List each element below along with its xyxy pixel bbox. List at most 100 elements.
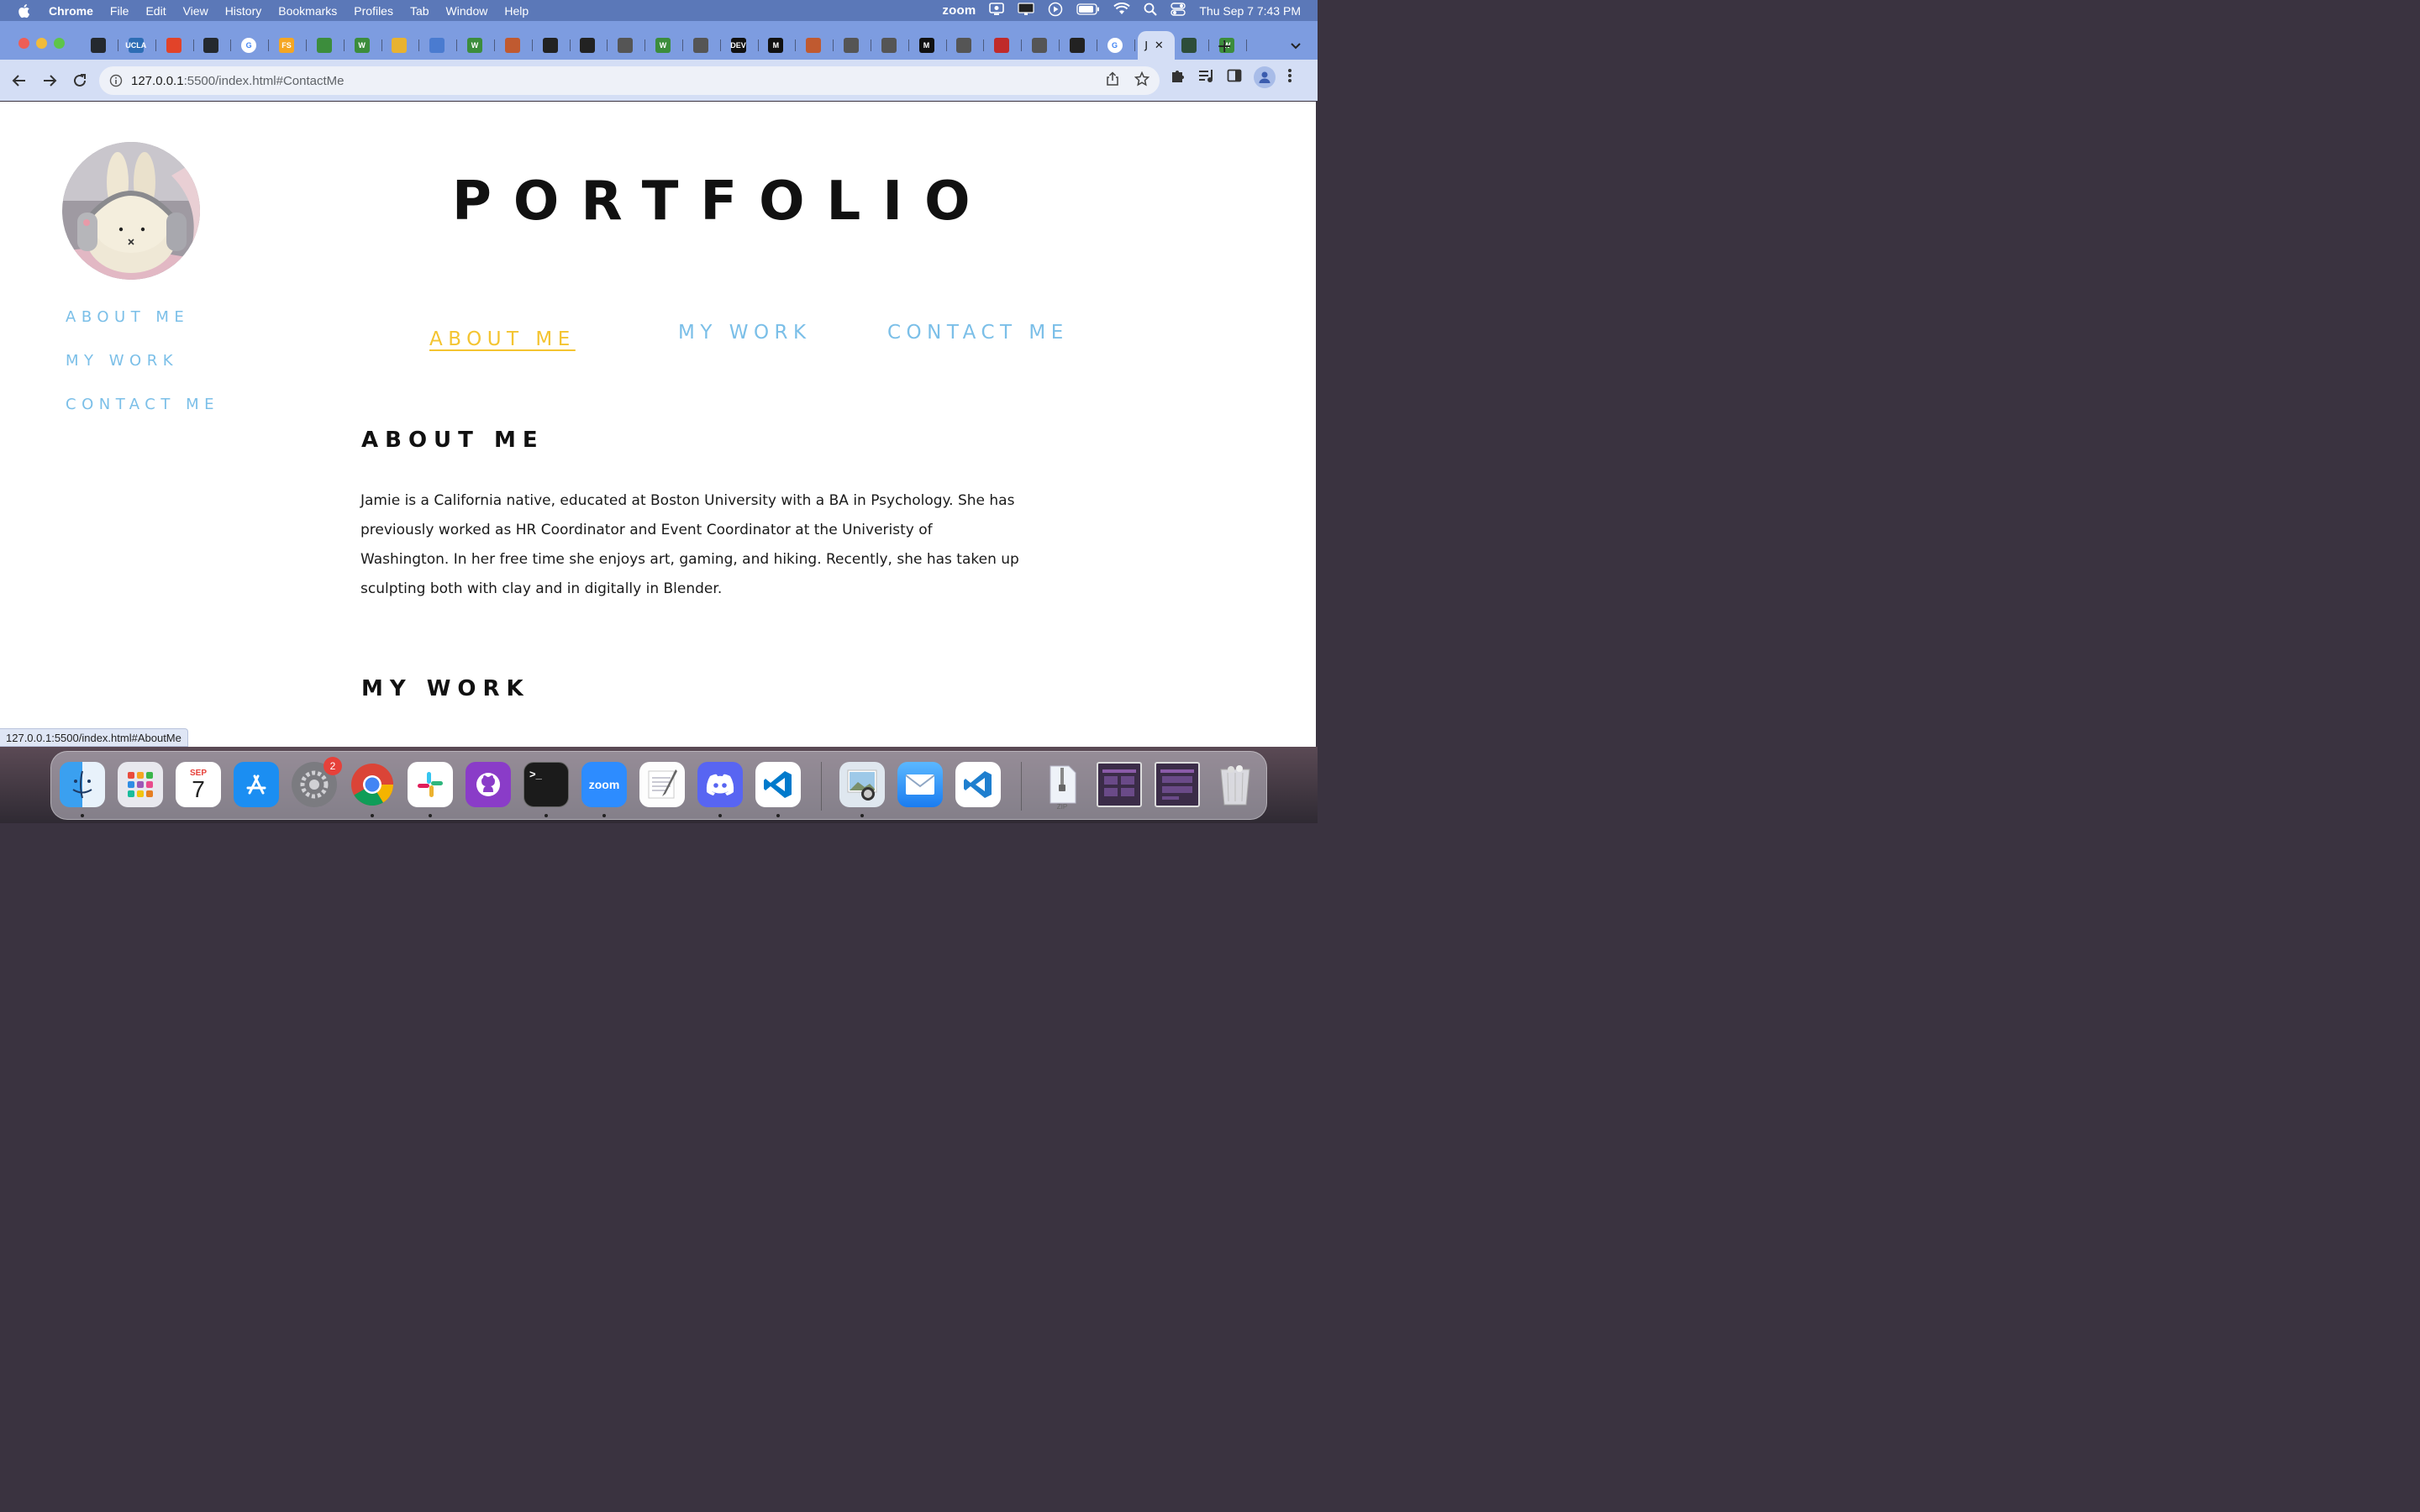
menu-file[interactable]: File (102, 4, 138, 18)
browser-tab[interactable] (573, 31, 611, 60)
minimize-window-button[interactable] (36, 38, 47, 49)
screenshot-thumbnail-2[interactable] (1155, 762, 1200, 807)
profile-avatar-icon[interactable] (1254, 66, 1276, 88)
control-center-icon[interactable] (1171, 3, 1186, 18)
browser-tab[interactable] (837, 31, 875, 60)
play-icon[interactable] (1048, 2, 1063, 19)
vscode-second-icon[interactable] (955, 762, 1001, 807)
topnav-contact-me-link[interactable]: CONTACT ME (887, 322, 1069, 344)
spotlight-search-icon[interactable] (1144, 3, 1158, 18)
tab-favicon-icon (881, 38, 897, 53)
fullscreen-window-button[interactable] (54, 38, 65, 49)
browser-tab[interactable] (498, 31, 536, 60)
apple-icon[interactable] (17, 3, 34, 18)
browser-tab[interactable]: G (1101, 31, 1139, 60)
browser-tab[interactable]: M (761, 31, 799, 60)
running-indicator (718, 814, 722, 817)
reload-button[interactable] (66, 66, 94, 95)
menu-history[interactable]: History (217, 4, 271, 18)
menu-help[interactable]: Help (496, 4, 537, 18)
browser-tab[interactable]: DEV (724, 31, 762, 60)
browser-tab[interactable] (310, 31, 348, 60)
preview-icon[interactable] (839, 762, 885, 807)
menu-window[interactable]: Window (438, 4, 497, 18)
menu-view[interactable]: View (175, 4, 217, 18)
browser-tab[interactable] (875, 31, 913, 60)
browser-tab[interactable] (950, 31, 987, 60)
browser-tab[interactable] (385, 31, 423, 60)
trash-icon[interactable] (1213, 762, 1258, 807)
browser-tab[interactable]: M (913, 31, 950, 60)
menu-tab[interactable]: Tab (402, 4, 438, 18)
browser-tab[interactable]: W (460, 31, 498, 60)
topnav-my-work-link[interactable]: MY WORK (678, 322, 812, 344)
menu-app-name[interactable]: Chrome (45, 4, 102, 18)
topnav-about-me-link[interactable]: ABOUT ME (429, 328, 576, 350)
site-info-icon[interactable] (109, 74, 123, 87)
sidenav-my-work-link[interactable]: MY WORK (66, 352, 219, 396)
calendar-icon[interactable]: SEP 7 (176, 762, 221, 807)
tab-favicon-icon (392, 38, 408, 53)
address-bar[interactable]: 127.0.0.1:5500/index.html#ContactMe (99, 66, 1160, 95)
zoom-app-icon[interactable]: zoom (581, 762, 627, 807)
media-controls-icon[interactable] (1198, 68, 1215, 87)
browser-tab[interactable] (987, 31, 1025, 60)
textedit-icon[interactable] (639, 762, 685, 807)
back-button[interactable] (5, 66, 34, 95)
browser-tab[interactable]: W (649, 31, 687, 60)
system-settings-icon[interactable]: 2 (292, 757, 342, 807)
terminal-icon[interactable]: >_ (523, 762, 569, 807)
browser-tab[interactable]: G (234, 31, 272, 60)
mail-icon[interactable] (897, 762, 943, 807)
app-store-icon[interactable] (234, 762, 279, 807)
browser-tab[interactable] (423, 31, 460, 60)
close-window-button[interactable] (18, 38, 29, 49)
finder-icon[interactable] (60, 762, 105, 807)
launchpad-icon[interactable] (118, 762, 163, 807)
close-tab-icon[interactable]: ✕ (1155, 39, 1164, 52)
zip-archive-icon[interactable]: ZIP (1039, 762, 1085, 811)
chrome-icon[interactable] (350, 762, 395, 807)
chrome-menu-kebab-icon[interactable] (1287, 68, 1292, 87)
browser-tab[interactable] (1025, 31, 1063, 60)
zoom-menu-extra[interactable]: zoom (942, 3, 976, 18)
forward-button[interactable] (35, 66, 64, 95)
sidenav-about-me-link[interactable]: ABOUT ME (66, 308, 219, 352)
wifi-icon[interactable] (1113, 2, 1131, 18)
battery-icon[interactable] (1076, 3, 1100, 18)
browser-tab[interactable] (687, 31, 724, 60)
tab-search-chevron-icon[interactable] (1290, 38, 1302, 54)
browser-tab[interactable]: UCLA (122, 31, 160, 60)
browser-tab[interactable] (611, 31, 649, 60)
discord-icon[interactable] (697, 762, 743, 807)
menu-bookmarks[interactable]: Bookmarks (270, 4, 345, 18)
new-tab-button[interactable]: + (1217, 36, 1232, 57)
screen-share-icon[interactable] (989, 3, 1005, 18)
active-browser-tab[interactable]: J ✕ (1138, 31, 1176, 60)
menubar-clock[interactable]: Thu Sep 7 7:43 PM (1199, 4, 1301, 18)
github-desktop-icon[interactable] (466, 762, 511, 807)
menu-profiles[interactable]: Profiles (345, 4, 402, 18)
tab-favicon-icon: W (354, 38, 370, 53)
browser-tab[interactable] (160, 31, 197, 60)
browser-tab[interactable]: FS (272, 31, 310, 60)
browser-tab[interactable] (1063, 31, 1101, 60)
sidenav-contact-me-link[interactable]: CONTACT ME (66, 396, 219, 439)
menu-edit[interactable]: Edit (137, 4, 174, 18)
vscode-icon[interactable] (755, 762, 801, 807)
bookmark-star-icon[interactable] (1134, 71, 1150, 90)
side-panel-icon[interactable] (1227, 68, 1242, 87)
browser-tab[interactable] (536, 31, 574, 60)
tab-favicon-icon (542, 38, 558, 53)
browser-tab[interactable]: W (348, 31, 386, 60)
browser-tab[interactable] (84, 31, 122, 60)
tab-separator (757, 39, 759, 51)
extensions-puzzle-icon[interactable] (1170, 67, 1186, 87)
browser-tab[interactable] (799, 31, 837, 60)
browser-tab[interactable] (1175, 31, 1213, 60)
slack-icon[interactable] (408, 762, 453, 807)
share-icon[interactable] (1106, 71, 1119, 90)
screenshot-thumbnail-1[interactable] (1097, 762, 1142, 807)
display-icon[interactable] (1018, 3, 1034, 18)
browser-tab[interactable] (197, 31, 234, 60)
